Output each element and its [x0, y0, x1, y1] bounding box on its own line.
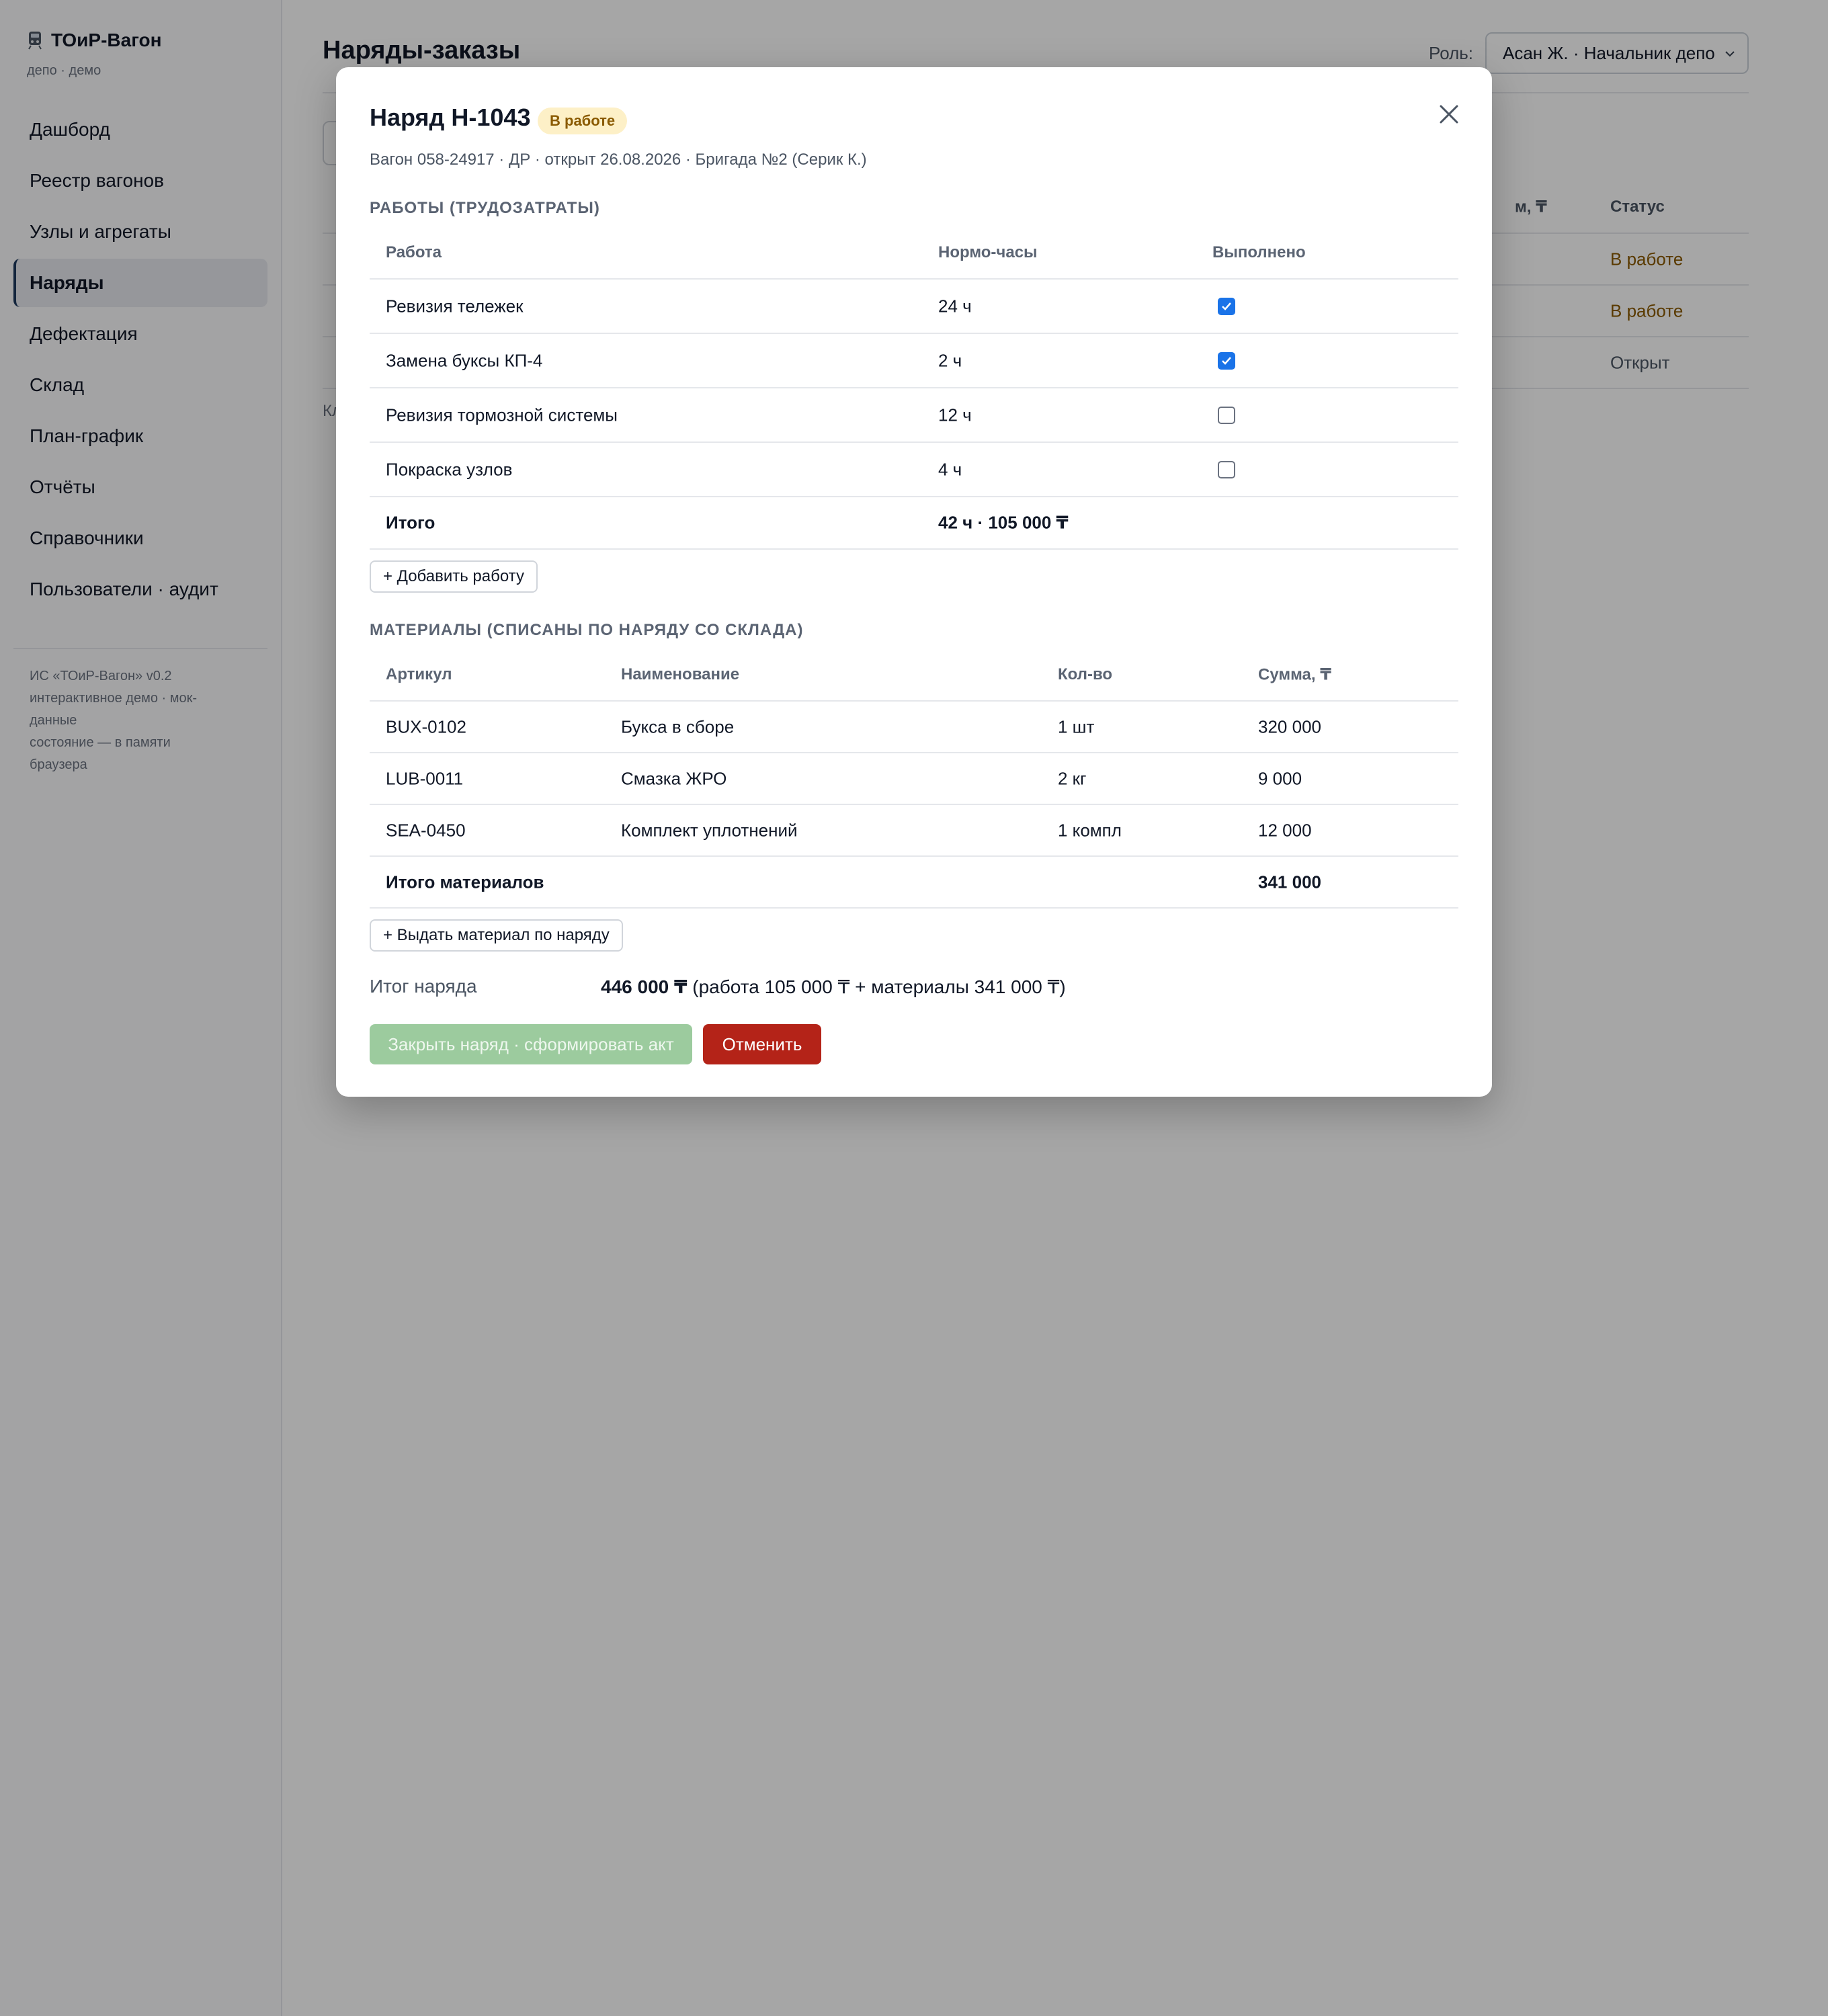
table-row: BUX-0102 Букса в сборе 1 шт 320 000	[370, 702, 1458, 753]
column-header-sku: Артикул	[386, 665, 452, 683]
table-row: Ревизия тормозной системы 12 ч	[370, 388, 1458, 443]
works-table: Работа Нормо-часы Выполнено Ревизия теле…	[370, 227, 1458, 550]
checkmark-icon	[1222, 302, 1231, 310]
done-checkbox[interactable]	[1218, 406, 1235, 424]
modal-title: Наряд Н-1043	[370, 103, 531, 131]
material-sum: 9 000	[1258, 768, 1302, 788]
materials-section-title: МАТЕРИАЛЫ (СПИСАНЫ ПО НАРЯДУ СО СКЛАДА)	[370, 621, 804, 639]
work-hours: 2 ч	[938, 350, 962, 370]
works-total-row: Итого 42 ч · 105 000 ₸	[370, 497, 1458, 550]
column-header-done: Выполнено	[1212, 243, 1306, 261]
material-name: Комплект уплотнений	[621, 820, 798, 840]
works-total-value: 42 ч · 105 000 ₸	[938, 512, 1069, 533]
material-sku: LUB-0011	[386, 768, 464, 788]
work-hours: 4 ч	[938, 459, 962, 479]
work-name: Ревизия тормозной системы	[386, 405, 618, 425]
works-total-label: Итого	[386, 512, 435, 533]
add-work-button[interactable]: + Добавить работу	[370, 560, 538, 593]
work-name: Ревизия тележек	[386, 296, 524, 316]
material-sku: SEA-0450	[386, 820, 466, 840]
material-name: Букса в сборе	[621, 716, 735, 737]
order-total-breakdown: (работа 105 000 ₸ + материалы 341 000 ₸)	[687, 976, 1066, 997]
material-qty: 1 шт	[1058, 716, 1095, 737]
column-header-qty: Кол-во	[1058, 665, 1113, 683]
checkmark-icon	[1222, 356, 1231, 365]
table-row: Ревизия тележек 24 ч	[370, 280, 1458, 334]
work-hours: 24 ч	[938, 296, 972, 316]
order-total-amount: 446 000 ₸	[601, 976, 688, 997]
close-icon[interactable]	[1436, 101, 1462, 128]
column-header-name: Наименование	[621, 665, 740, 683]
status-badge: В работе	[538, 108, 628, 134]
works-section-title: РАБОТЫ (ТРУДОЗАТРАТЫ)	[370, 199, 600, 217]
materials-total-label: Итого материалов	[386, 872, 544, 892]
work-hours: 12 ч	[938, 405, 972, 425]
material-qty: 1 компл	[1058, 820, 1122, 840]
modal-subtitle: Вагон 058-24917 · ДР · открыт 26.08.2026…	[370, 151, 867, 169]
done-checkbox[interactable]	[1218, 297, 1235, 315]
close-order-button[interactable]: Закрыть наряд · сформировать акт	[370, 1024, 692, 1064]
materials-table-header: Артикул Наименование Кол-во Сумма, ₸	[370, 649, 1458, 702]
issue-material-button[interactable]: + Выдать материал по наряду	[370, 919, 623, 952]
table-row: Покраска узлов 4 ч	[370, 443, 1458, 497]
order-total-label: Итог наряда	[370, 976, 477, 997]
cancel-order-button[interactable]: Отменить	[703, 1024, 821, 1064]
table-row: SEA-0450 Комплект уплотнений 1 компл 12 …	[370, 805, 1458, 857]
column-header-work: Работа	[386, 243, 442, 261]
works-table-header: Работа Нормо-часы Выполнено	[370, 227, 1458, 280]
materials-table: Артикул Наименование Кол-во Сумма, ₸ BUX…	[370, 649, 1458, 909]
order-total-value: 446 000 ₸ (работа 105 000 ₸ + материалы …	[601, 976, 1066, 998]
material-sum: 12 000	[1258, 820, 1312, 840]
materials-total-value: 341 000	[1258, 872, 1321, 892]
work-name: Покраска узлов	[386, 459, 513, 479]
material-sku: BUX-0102	[386, 716, 466, 737]
table-row: LUB-0011 Смазка ЖРО 2 кг 9 000	[370, 753, 1458, 805]
done-checkbox[interactable]	[1218, 460, 1235, 478]
material-sum: 320 000	[1258, 716, 1321, 737]
table-row: Замена буксы КП-4 2 ч	[370, 334, 1458, 388]
done-checkbox[interactable]	[1218, 351, 1235, 370]
column-header-sum: Сумма, ₸	[1258, 665, 1331, 684]
material-name: Смазка ЖРО	[621, 768, 727, 788]
work-name: Замена буксы КП-4	[386, 350, 543, 370]
work-order-modal: Наряд Н-1043 В работе Вагон 058-24917 · …	[336, 67, 1492, 1097]
material-qty: 2 кг	[1058, 768, 1087, 788]
materials-total-row: Итого материалов 341 000	[370, 857, 1458, 909]
column-header-hours: Нормо-часы	[938, 243, 1038, 261]
